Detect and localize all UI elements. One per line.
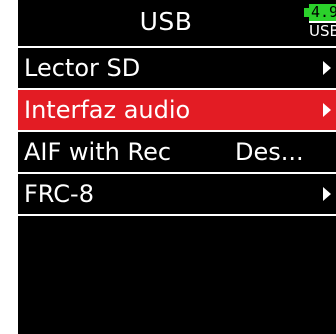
device-screen: USB 4.9 USB Lector SD Interfaz audio AIF… bbox=[18, 0, 336, 334]
menu-item-value: Des... bbox=[235, 138, 304, 166]
header-bar: USB 4.9 USB bbox=[18, 0, 336, 46]
chevron-right-icon bbox=[323, 103, 331, 117]
menu-item-lector-sd[interactable]: Lector SD bbox=[18, 48, 336, 90]
menu-item-label: Interfaz audio bbox=[24, 96, 191, 124]
page-title: USB bbox=[139, 7, 193, 36]
menu-item-label: Lector SD bbox=[24, 54, 141, 82]
menu-item-label: FRC-8 bbox=[24, 180, 94, 208]
menu-list: Lector SD Interfaz audio AIF with Rec De… bbox=[18, 48, 336, 216]
chevron-right-icon bbox=[323, 187, 331, 201]
power-source-label: USB bbox=[309, 21, 336, 40]
battery-level-indicator: 4.9 bbox=[309, 4, 336, 21]
menu-item-aif-with-rec[interactable]: AIF with Rec Des... bbox=[18, 132, 336, 174]
menu-item-interfaz-audio[interactable]: Interfaz audio bbox=[18, 90, 336, 132]
menu-item-frc-8[interactable]: FRC-8 bbox=[18, 174, 336, 216]
menu-item-label: AIF with Rec bbox=[24, 138, 172, 166]
chevron-right-icon bbox=[323, 61, 331, 75]
